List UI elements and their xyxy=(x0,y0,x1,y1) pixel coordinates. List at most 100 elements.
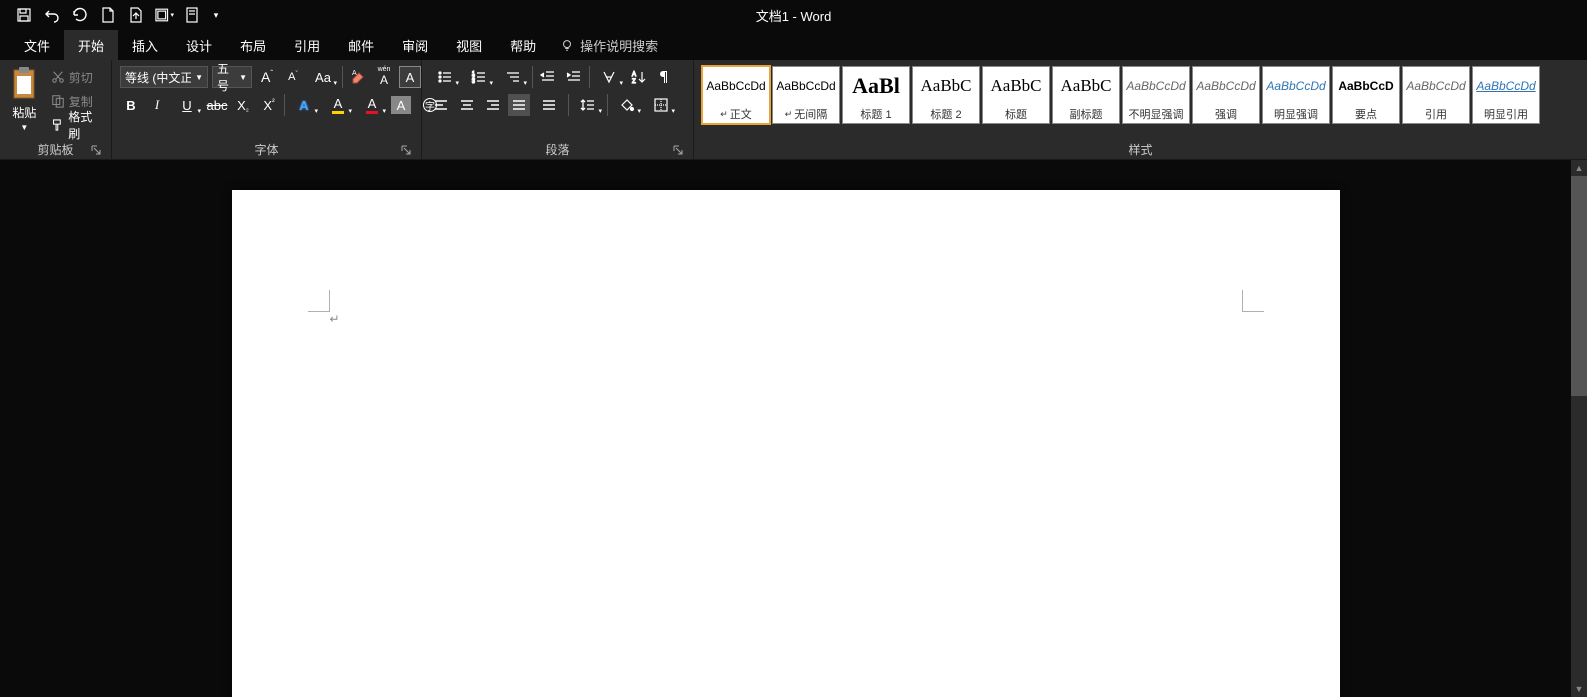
superscript-button[interactable]: X² xyxy=(258,94,280,116)
strikethrough-button[interactable]: abc xyxy=(206,94,228,116)
clear-formatting-button[interactable]: A xyxy=(347,66,369,88)
window-title: 文档1 - Word xyxy=(756,6,832,25)
bullets-icon xyxy=(437,69,453,85)
style-preview: AaBbCcDd xyxy=(1193,67,1259,105)
tab-design[interactable]: 设计 xyxy=(172,30,226,60)
grow-font-button[interactable]: Aˆ xyxy=(256,66,278,88)
style-tile-1[interactable]: AaBbCcDd↵无间隔 xyxy=(772,66,840,124)
style-tile-2[interactable]: AaBl标题 1 xyxy=(842,66,910,124)
format-painter-button[interactable]: 格式刷 xyxy=(47,114,107,136)
style-tile-7[interactable]: AaBbCcDd强调 xyxy=(1192,66,1260,124)
tab-help[interactable]: 帮助 xyxy=(496,30,550,60)
font-launcher[interactable] xyxy=(399,143,413,157)
paint-bucket-icon xyxy=(619,97,635,113)
align-left-icon xyxy=(433,97,449,113)
style-preview: AaBbC xyxy=(983,67,1049,105)
scroll-up-arrow[interactable]: ▲ xyxy=(1571,160,1587,176)
page[interactable]: ↵ xyxy=(232,190,1340,697)
align-left-button[interactable] xyxy=(430,94,452,116)
align-distributed-icon xyxy=(541,97,557,113)
tab-view[interactable]: 视图 xyxy=(442,30,496,60)
open-icon[interactable] xyxy=(126,5,146,25)
italic-button[interactable]: I xyxy=(146,94,168,116)
style-preview: AaBbC xyxy=(913,67,979,105)
scroll-thumb[interactable] xyxy=(1571,176,1587,396)
tab-references[interactable]: 引用 xyxy=(280,30,334,60)
save-icon[interactable] xyxy=(14,5,34,25)
copy-label: 复制 xyxy=(69,93,93,110)
underline-button[interactable]: U▾ xyxy=(172,94,202,116)
redo-icon[interactable] xyxy=(70,5,90,25)
character-shading-button[interactable]: A xyxy=(391,96,411,114)
font-name-combo[interactable]: 等线 (中文正文)▼ xyxy=(120,66,208,88)
line-spacing-button[interactable]: ▾ xyxy=(573,94,603,116)
email-icon[interactable] xyxy=(182,5,202,25)
tab-mailings[interactable]: 邮件 xyxy=(334,30,388,60)
pilcrow-icon xyxy=(657,69,673,85)
style-tile-5[interactable]: AaBbC副标题 xyxy=(1052,66,1120,124)
borders-button[interactable]: ▾ xyxy=(646,94,676,116)
style-name: 不明显强调 xyxy=(1123,105,1189,123)
new-doc-icon[interactable] xyxy=(98,5,118,25)
align-justify-button[interactable] xyxy=(508,94,530,116)
text-effects-button[interactable]: A▾ xyxy=(289,94,319,116)
vertical-scrollbar[interactable]: ▲ ▼ xyxy=(1571,160,1587,697)
paragraph-launcher[interactable] xyxy=(671,143,685,157)
tab-insert[interactable]: 插入 xyxy=(118,30,172,60)
align-distributed-button[interactable] xyxy=(534,94,564,116)
bold-button[interactable]: B xyxy=(120,94,142,116)
style-name: 引用 xyxy=(1403,105,1469,123)
highlight-button[interactable]: A▾ xyxy=(323,94,353,116)
scroll-track[interactable] xyxy=(1571,176,1587,681)
style-tile-10[interactable]: AaBbCcDd引用 xyxy=(1402,66,1470,124)
subscript-button[interactable]: X₂ xyxy=(232,94,254,116)
tell-me-search[interactable]: 操作说明搜索 xyxy=(550,30,668,60)
align-center-icon xyxy=(459,97,475,113)
paste-button[interactable]: 粘贴 ▼ xyxy=(4,64,45,136)
clipboard-launcher[interactable] xyxy=(89,143,103,157)
tab-home[interactable]: 开始 xyxy=(64,30,118,60)
shading-button[interactable]: ▾ xyxy=(612,94,642,116)
style-name: 标题 2 xyxy=(913,105,979,123)
style-tile-11[interactable]: AaBbCcDd明显引用 xyxy=(1472,66,1540,124)
font-size-value: 五号 xyxy=(217,60,235,94)
decrease-indent-button[interactable] xyxy=(537,66,559,88)
style-tile-3[interactable]: AaBbC标题 2 xyxy=(912,66,980,124)
asian-layout-button[interactable]: ▾ xyxy=(594,66,624,88)
change-case-button[interactable]: Aa▾ xyxy=(308,66,338,88)
align-right-button[interactable] xyxy=(482,94,504,116)
scroll-down-arrow[interactable]: ▼ xyxy=(1571,681,1587,697)
tab-review[interactable]: 审阅 xyxy=(388,30,442,60)
style-tile-9[interactable]: AaBbCcD要点 xyxy=(1332,66,1400,124)
style-preview: AaBbCcDd xyxy=(703,67,769,105)
character-border-button[interactable]: A xyxy=(399,66,421,88)
sort-button[interactable]: AZ xyxy=(628,66,650,88)
style-name: ↵正文 xyxy=(703,105,769,123)
group-font-label: 字体 xyxy=(254,141,278,158)
document-area[interactable]: ↵ xyxy=(0,160,1571,697)
group-styles: AaBbCcDd↵正文AaBbCcDd↵无间隔AaBl标题 1AaBbC标题 2… xyxy=(694,60,1587,159)
style-tile-4[interactable]: AaBbC标题 xyxy=(982,66,1050,124)
numbering-button[interactable]: 123▾ xyxy=(464,66,494,88)
cut-button[interactable]: 剪切 xyxy=(47,66,107,88)
tab-layout[interactable]: 布局 xyxy=(226,30,280,60)
print-preview-icon[interactable]: ▾ xyxy=(154,5,174,25)
phonetic-guide-button[interactable]: wénA xyxy=(373,66,395,88)
font-size-combo[interactable]: 五号▼ xyxy=(212,66,252,88)
show-marks-button[interactable] xyxy=(654,66,676,88)
numbering-icon: 123 xyxy=(471,69,487,85)
qat-customize-icon[interactable]: ▾ xyxy=(210,5,222,25)
style-preview: AaBbC xyxy=(1053,67,1119,105)
style-tile-0[interactable]: AaBbCcDd↵正文 xyxy=(702,66,770,124)
font-color-button[interactable]: A▾ xyxy=(357,94,387,116)
style-preview: AaBbCcDd xyxy=(1123,67,1189,105)
shrink-font-button[interactable]: Aˇ xyxy=(282,66,304,88)
bullets-button[interactable]: ▾ xyxy=(430,66,460,88)
style-tile-6[interactable]: AaBbCcDd不明显强调 xyxy=(1122,66,1190,124)
increase-indent-button[interactable] xyxy=(563,66,585,88)
align-center-button[interactable] xyxy=(456,94,478,116)
multilevel-list-button[interactable]: ▾ xyxy=(498,66,528,88)
tab-file[interactable]: 文件 xyxy=(10,30,64,60)
undo-icon[interactable] xyxy=(42,5,62,25)
style-tile-8[interactable]: AaBbCcDd明显强调 xyxy=(1262,66,1330,124)
